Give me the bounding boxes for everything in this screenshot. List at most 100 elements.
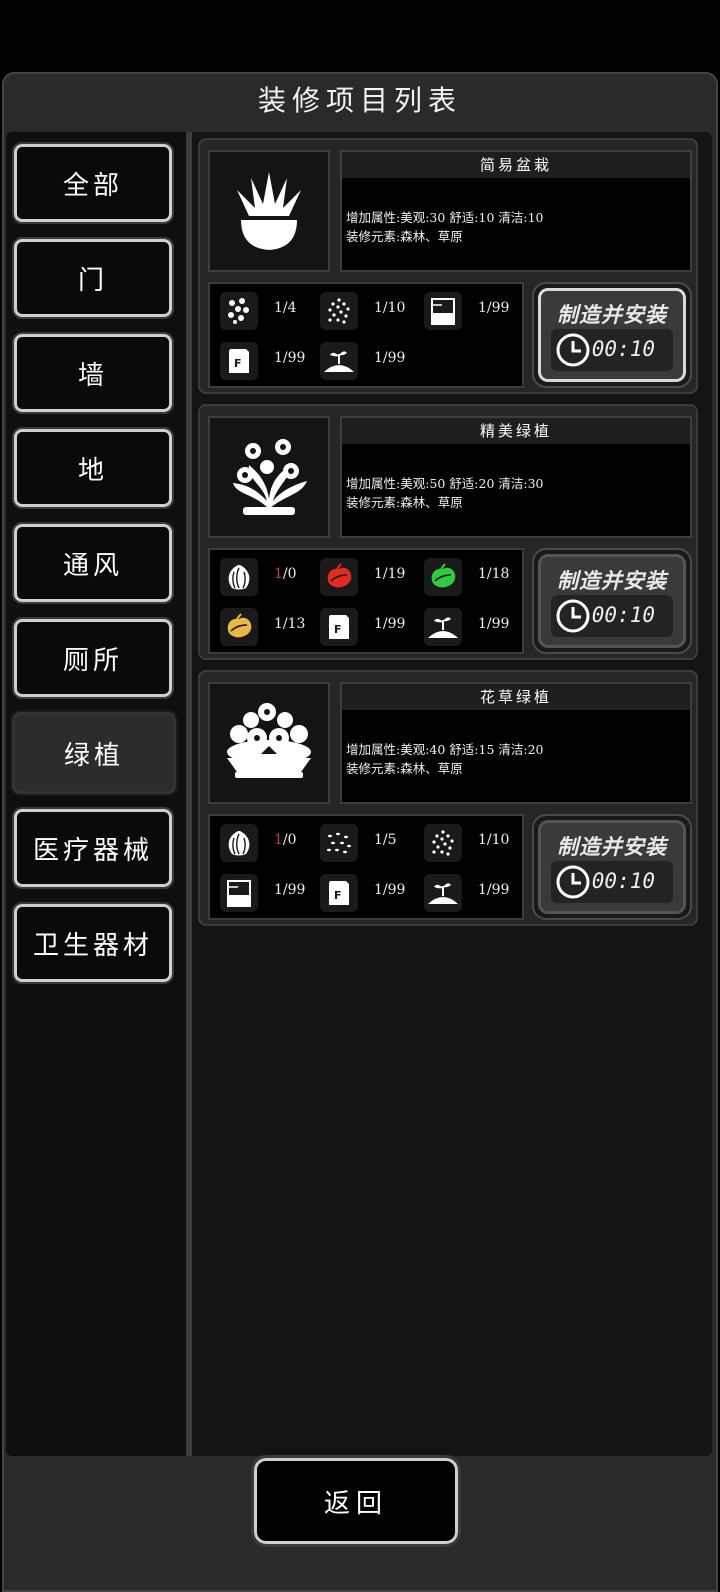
- craft-button-label: 制造并安装: [557, 835, 667, 859]
- item-elements: 装修元素:森林、草原: [346, 761, 463, 776]
- category-tab-6[interactable]: 厕所: [12, 617, 174, 699]
- material-slot: 1/10: [418, 820, 518, 864]
- garlic-icon: [220, 558, 258, 596]
- material-count: 1/4: [274, 300, 297, 316]
- category-tab-9[interactable]: 卫生器材: [12, 902, 174, 984]
- material-slot: 1/13: [214, 604, 314, 648]
- svg-text:F: F: [334, 623, 342, 636]
- material-count: 1/99: [478, 616, 509, 632]
- material-count: 1/0: [274, 832, 297, 848]
- material-slot: 1/10: [314, 288, 414, 332]
- red-fruit-icon: [320, 558, 358, 596]
- material-count: 1/10: [478, 832, 509, 848]
- page-title: 装修项目列表: [257, 84, 462, 117]
- fertilizer-bag-icon: F: [320, 608, 358, 646]
- jar-icon: [220, 874, 258, 912]
- item-thumbnail: [208, 682, 330, 804]
- material-need: /99: [486, 300, 510, 316]
- item-card: 花草绿植 增加属性:美观:40 舒适:15 清洁:20 装修元素:森林、草原 1/0 1…: [198, 670, 698, 926]
- material-slot: 1/99: [418, 870, 518, 914]
- seeds-icon: [424, 824, 462, 862]
- material-have: 1: [274, 616, 283, 632]
- item-info: 精美绿植增加属性:美观:50 舒适:20 清洁:30 装修元素:森林、草原: [340, 416, 692, 538]
- item-elements: 装修元素:森林、草原: [346, 495, 463, 510]
- item-thumbnail: [208, 150, 330, 272]
- material-slot: 1/99: [314, 338, 414, 382]
- craft-install-button[interactable]: 制造并安装 00:10: [532, 282, 692, 388]
- seeds-icon: [320, 292, 358, 330]
- material-count: 1/99: [374, 882, 405, 898]
- craft-time: 00:10: [591, 603, 655, 627]
- material-slot: F 1/99: [314, 604, 414, 648]
- material-count: 1/99: [374, 616, 405, 632]
- material-have: 1: [374, 300, 383, 316]
- material-slot: 1/0: [214, 554, 314, 598]
- material-slot: F 1/99: [214, 338, 314, 382]
- material-have: 1: [274, 566, 283, 582]
- material-slot: 1/5: [314, 820, 414, 864]
- material-count: 1/19: [374, 566, 405, 582]
- material-count: 1/99: [274, 350, 305, 366]
- jar-icon: [424, 292, 462, 330]
- material-count: 1/0: [274, 566, 297, 582]
- material-have: 1: [478, 566, 487, 582]
- category-tab-3[interactable]: 墙: [12, 332, 174, 414]
- material-count: 1/99: [374, 350, 405, 366]
- material-have: 1: [374, 350, 383, 366]
- item-name: 简易盆栽: [342, 152, 690, 178]
- material-have: 1: [374, 566, 383, 582]
- material-need: /99: [382, 350, 406, 366]
- material-count: 1/13: [274, 616, 305, 632]
- category-tab-8[interactable]: 医疗器械: [12, 807, 174, 889]
- material-count: 1/99: [478, 300, 509, 316]
- material-have: 1: [478, 616, 487, 632]
- category-tab-5[interactable]: 通风: [12, 522, 174, 604]
- material-need: /99: [382, 616, 406, 632]
- materials-list: 1/0 1/5 1/10 1/99 F 1/99 1/99: [208, 814, 524, 920]
- material-slot: 1/18: [418, 554, 518, 598]
- material-need: /99: [382, 882, 406, 898]
- material-have: 1: [478, 832, 487, 848]
- category-tab-7[interactable]: 绿植: [10, 710, 178, 796]
- flower-planter-icon: [221, 698, 317, 788]
- material-slot: 1/99: [418, 604, 518, 648]
- craft-install-button[interactable]: 制造并安装 00:10: [532, 548, 692, 654]
- back-button[interactable]: 返回: [251, 1455, 461, 1547]
- item-thumbnail: [208, 416, 330, 538]
- clock-icon: [555, 598, 591, 634]
- material-slot: 1/0: [214, 820, 314, 864]
- category-tab-1[interactable]: 全部: [12, 142, 174, 224]
- clock-icon: [555, 864, 591, 900]
- category-tab-2[interactable]: 门: [12, 237, 174, 319]
- material-have: 1: [374, 616, 383, 632]
- material-count: 1/18: [478, 566, 509, 582]
- craft-time-box: 00:10: [551, 861, 673, 903]
- craft-install-button[interactable]: 制造并安装 00:10: [532, 814, 692, 920]
- material-need: /99: [282, 350, 306, 366]
- material-have: 1: [274, 882, 283, 898]
- material-have: 1: [374, 832, 383, 848]
- material-need: /19: [382, 566, 406, 582]
- garlic-icon: [220, 824, 258, 862]
- category-sidebar: [6, 132, 186, 1456]
- item-name: 精美绿植: [342, 418, 690, 444]
- material-need: /0: [282, 566, 297, 582]
- craft-button-label: 制造并安装: [557, 569, 667, 593]
- category-tab-4[interactable]: 地: [12, 427, 174, 509]
- soil-sprout-icon: [424, 608, 462, 646]
- craft-button-label: 制造并安装: [557, 303, 667, 327]
- clock-icon: [555, 332, 591, 368]
- material-need: /10: [486, 832, 510, 848]
- item-name: 花草绿植: [342, 684, 690, 710]
- item-info: 简易盆栽 增加属性:美观:30 舒适:10 清洁:10 装修元素:森林、草原: [340, 150, 692, 272]
- material-need: /99: [486, 882, 510, 898]
- craft-time-box: 00:10: [551, 329, 673, 371]
- yellow-fruit-icon: [220, 608, 258, 646]
- item-card: 精美绿植 增加属性:美观:50 舒适:20 清洁:30 装修元素:森林、草原 1/0 1…: [198, 404, 698, 660]
- material-have: 1: [478, 300, 487, 316]
- item-attributes: 增加属性:美观:50 舒适:20 清洁:30: [346, 476, 544, 491]
- material-count: 1/99: [478, 882, 509, 898]
- material-slot: 1/19: [314, 554, 414, 598]
- potted-plant-icon: [229, 164, 309, 258]
- fertilizer-bag-icon: F: [320, 874, 358, 912]
